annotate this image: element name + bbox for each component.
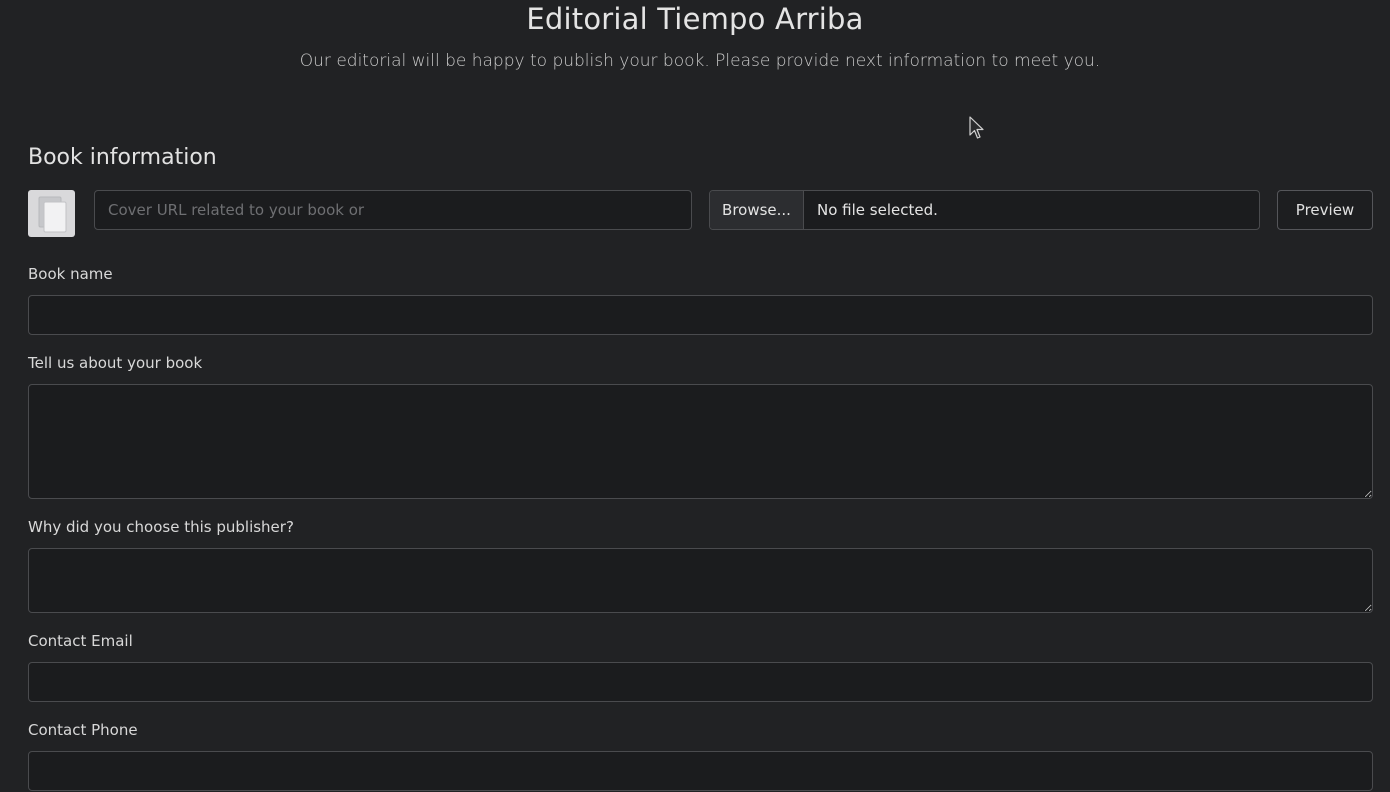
- about-book-label: Tell us about your book: [28, 354, 203, 372]
- contact-phone-input[interactable]: [28, 751, 1373, 791]
- publish-form-page: Editorial Tiempo Arriba Our editorial wi…: [0, 0, 1390, 792]
- why-publisher-label: Why did you choose this publisher?: [28, 518, 294, 536]
- book-name-input[interactable]: [28, 295, 1373, 335]
- page-title: Editorial Tiempo Arriba: [526, 2, 864, 36]
- preview-button[interactable]: Preview: [1277, 190, 1373, 230]
- browse-button[interactable]: Browse...: [710, 191, 804, 229]
- image-placeholder-icon: [38, 196, 66, 232]
- cover-preview-thumbnail: [28, 190, 75, 237]
- section-title-book-information: Book information: [28, 145, 217, 170]
- contact-email-input[interactable]: [28, 662, 1373, 702]
- contact-phone-label: Contact Phone: [28, 721, 138, 739]
- book-name-label: Book name: [28, 265, 113, 283]
- cover-url-input[interactable]: [94, 190, 692, 230]
- why-publisher-textarea[interactable]: [28, 548, 1373, 613]
- about-book-textarea[interactable]: [28, 384, 1373, 499]
- mouse-pointer-icon: [969, 116, 984, 139]
- file-status-text: No file selected.: [817, 201, 938, 219]
- cover-file-picker[interactable]: Browse... No file selected.: [709, 190, 1260, 230]
- page-subtitle: Our editorial will be happy to publish y…: [299, 51, 1101, 71]
- contact-email-label: Contact Email: [28, 632, 133, 650]
